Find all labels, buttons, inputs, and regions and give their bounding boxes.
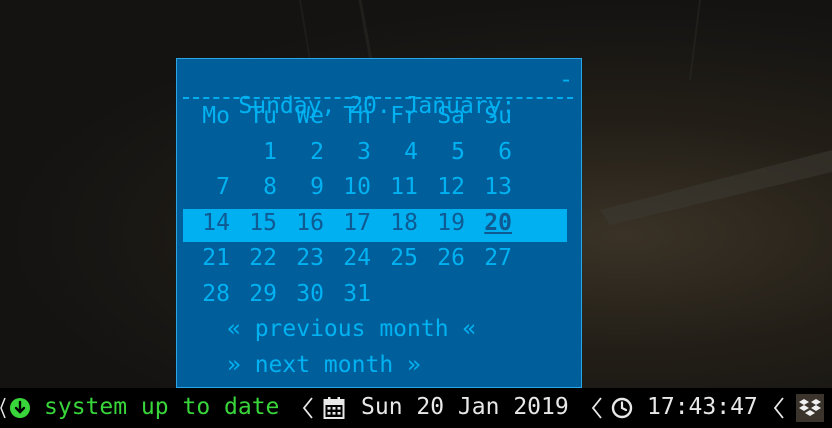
calendar-grid: Mo Tu We Th Fr Sa Su 1 2 3 4 5 6 7 8 9 1… — [183, 101, 573, 385]
day-cell[interactable]: 8 — [230, 174, 277, 200]
weekday-tu: Tu — [249, 103, 277, 129]
status-bar: system up to date Sun 20 Jan 2019 17:43:… — [0, 388, 832, 428]
weekday-header-row: Mo Tu We Th Fr Sa Su — [183, 101, 573, 137]
day-cell[interactable]: 25 — [371, 245, 418, 271]
day-cell[interactable]: 24 — [324, 245, 371, 271]
clock-icon[interactable] — [611, 397, 633, 419]
weekday-sa: Sa — [437, 103, 465, 129]
day-cell[interactable]: 17 — [324, 210, 371, 236]
update-status-text[interactable]: system up to date — [44, 394, 279, 420]
week-row-5: 28 29 30 31 — [183, 279, 573, 315]
dropbox-icon[interactable] — [796, 394, 824, 422]
week-row-2: 7 8 9 10 11 12 13 — [183, 172, 573, 208]
day-cell[interactable]: 10 — [324, 174, 371, 200]
day-cell[interactable]: 14 — [183, 210, 230, 236]
separator-icon — [302, 397, 313, 419]
weekday-we: We — [296, 103, 324, 129]
separator-icon — [0, 397, 6, 419]
day-cell[interactable]: 29 — [230, 281, 277, 307]
day-cell[interactable]: 4 — [371, 139, 418, 165]
weekday-su: Su — [484, 103, 512, 129]
day-cell[interactable]: 3 — [324, 139, 371, 165]
calendar-icon[interactable] — [323, 396, 345, 420]
next-month-link[interactable]: » next month » — [227, 352, 421, 378]
day-cell[interactable]: 27 — [465, 245, 512, 271]
day-cell[interactable]: 18 — [371, 210, 418, 236]
weekday-th: Th — [343, 103, 371, 129]
day-cell[interactable]: 23 — [277, 245, 324, 271]
day-cell[interactable]: 12 — [418, 174, 465, 200]
separator-icon — [773, 397, 784, 419]
previous-month-link[interactable]: « previous month « — [227, 316, 476, 342]
day-cell[interactable]: 19 — [418, 210, 465, 236]
today-cell[interactable]: 20 — [465, 210, 512, 236]
week-row-4: 21 22 23 24 25 26 27 — [183, 243, 573, 279]
day-cell[interactable]: 2 — [277, 139, 324, 165]
day-cell[interactable]: 6 — [465, 139, 512, 165]
separator-icon — [591, 397, 602, 419]
update-status-icon[interactable] — [9, 397, 31, 419]
day-cell[interactable]: 22 — [230, 245, 277, 271]
day-cell[interactable]: 26 — [418, 245, 465, 271]
day-cell[interactable]: 30 — [277, 281, 324, 307]
day-cell[interactable]: 13 — [465, 174, 512, 200]
day-cell[interactable]: 1 — [230, 139, 277, 165]
date-text[interactable]: Sun 20 Jan 2019 — [361, 394, 569, 420]
day-cell[interactable]: 11 — [371, 174, 418, 200]
day-cell[interactable]: 16 — [277, 210, 324, 236]
prev-month-row: « previous month « — [183, 314, 573, 350]
time-text[interactable]: 17:43:47 — [647, 394, 758, 420]
day-cell[interactable]: 9 — [277, 174, 324, 200]
day-cell[interactable]: 21 — [183, 245, 230, 271]
weekday-fr: Fr — [390, 103, 418, 129]
day-cell[interactable]: 15 — [230, 210, 277, 236]
week-row-1: 1 2 3 4 5 6 — [183, 137, 573, 173]
calendar-collapse-button[interactable]: - — [559, 67, 573, 93]
calendar-popup: Sunday, 20. January: - Mo Tu We Th Fr Sa… — [176, 58, 582, 388]
weekday-mo: Mo — [202, 103, 230, 129]
day-cell[interactable]: 7 — [183, 174, 230, 200]
next-month-row: » next month » — [183, 350, 573, 386]
week-row-3-current: 14 15 16 17 18 19 20 — [183, 208, 573, 244]
calendar-header: Sunday, 20. January: - — [183, 67, 573, 119]
day-cell[interactable]: 28 — [183, 281, 230, 307]
day-cell[interactable]: 31 — [324, 281, 371, 307]
day-cell[interactable]: 5 — [418, 139, 465, 165]
